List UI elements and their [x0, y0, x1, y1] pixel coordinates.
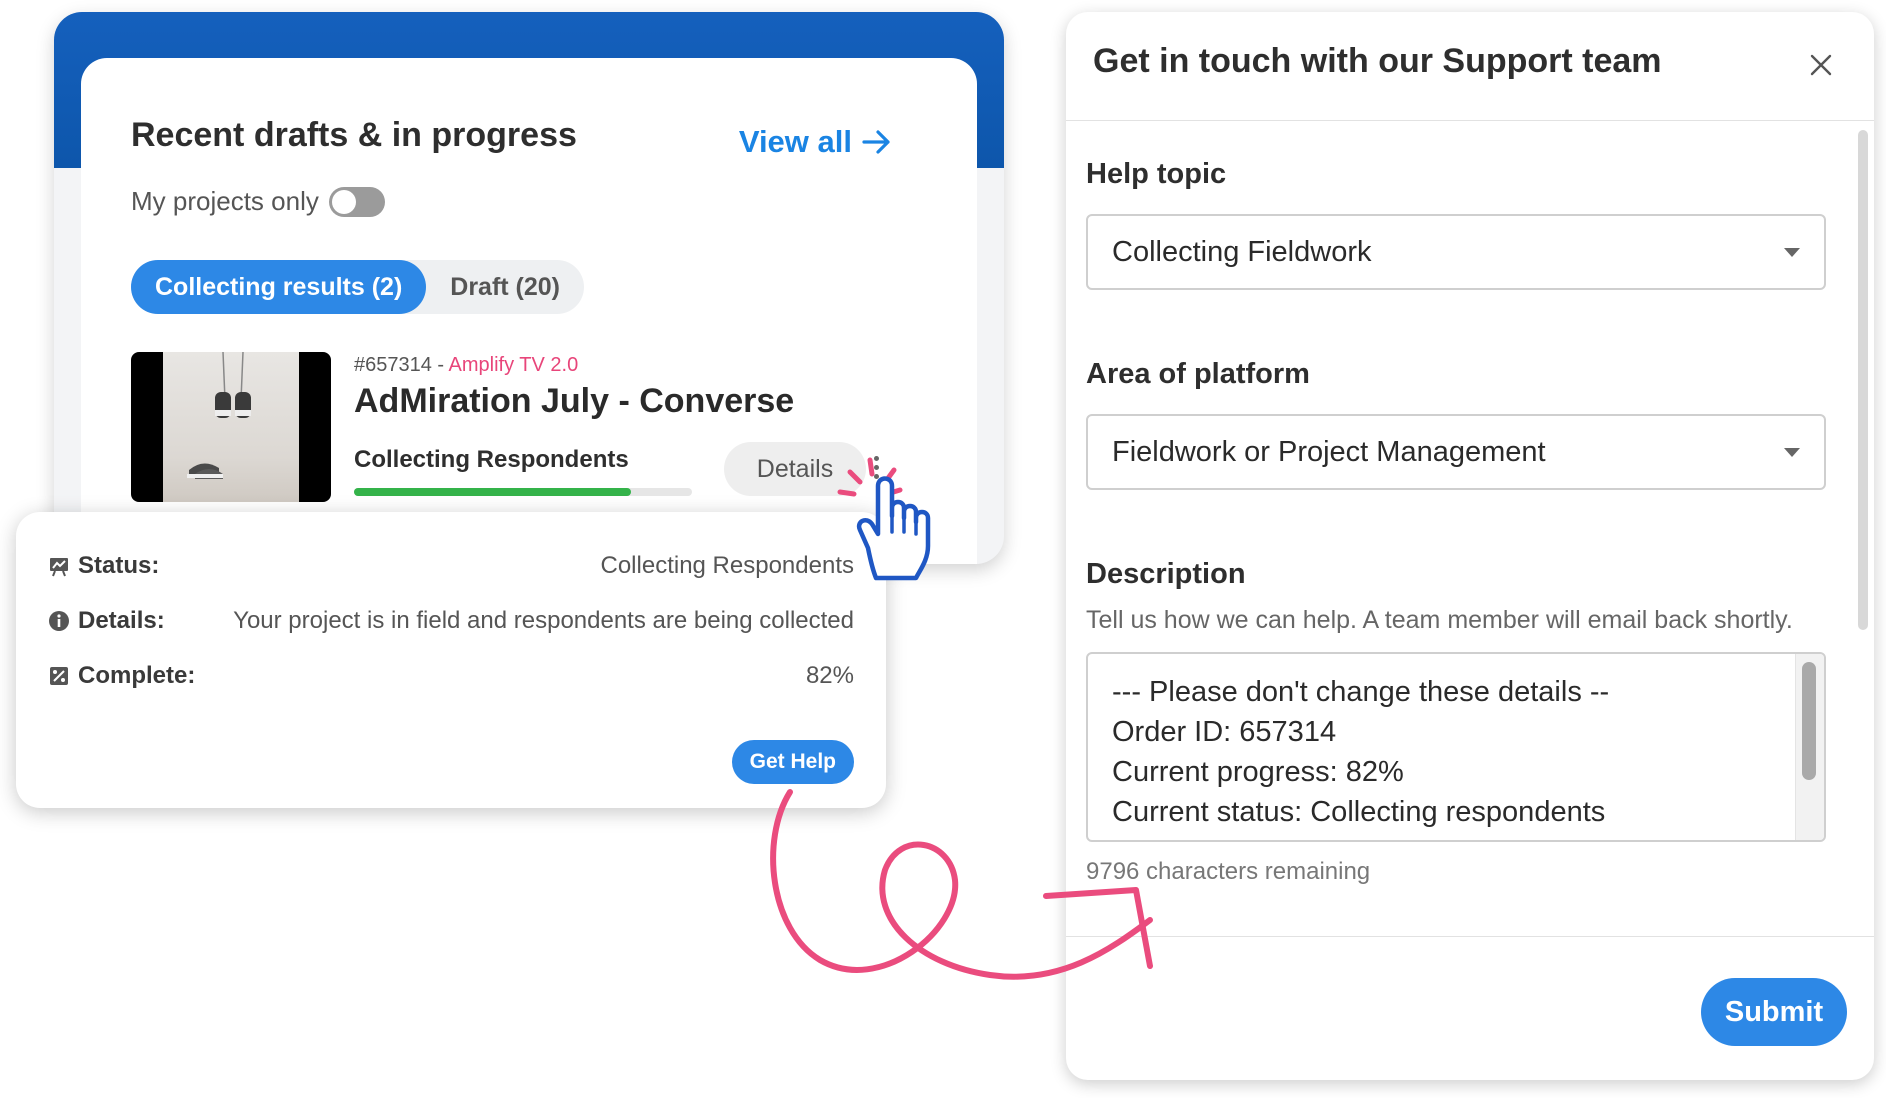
info-icon	[49, 611, 69, 631]
textarea-scroll-track[interactable]	[1795, 654, 1824, 840]
footer-divider	[1066, 936, 1874, 937]
description-label: Description	[1086, 558, 1246, 590]
submit-button[interactable]: Submit	[1701, 978, 1847, 1046]
view-all-link[interactable]: View all	[739, 124, 892, 160]
project-tabs: Collecting results (2) Draft (20)	[131, 260, 585, 314]
description-line: Current progress: 82%	[1112, 756, 1404, 788]
chart-board-icon	[50, 558, 68, 577]
modal-header: Get in touch with our Support team	[1066, 12, 1874, 121]
chevron-down-icon	[1784, 247, 1800, 257]
progress-fill	[354, 488, 632, 496]
project-progress-bar	[354, 488, 692, 496]
tab-collecting-results[interactable]: Collecting results (2)	[131, 260, 427, 314]
area-label: Area of platform	[1086, 358, 1310, 390]
help-topic-label: Help topic	[1086, 158, 1227, 190]
get-help-button[interactable]: Get Help	[731, 740, 854, 784]
area-select[interactable]: Fieldwork or Project Management	[1086, 414, 1826, 490]
modal-scrollbar[interactable]	[1858, 130, 1868, 630]
meta-separator: -	[431, 354, 449, 376]
close-icon[interactable]	[1808, 52, 1834, 78]
chevron-down-icon	[1784, 447, 1800, 457]
percent-icon	[50, 667, 68, 685]
details-button[interactable]: Details	[724, 442, 866, 496]
project-details-popover: Status: Collecting Respondents Details: …	[16, 512, 886, 808]
view-all-label: View all	[738, 124, 852, 159]
project-id: #657314	[354, 354, 432, 376]
my-projects-toggle-row: My projects only	[131, 186, 385, 217]
project-title[interactable]: AdMiration July - Converse	[354, 382, 794, 421]
details-label: Details:	[78, 607, 165, 634]
status-row: Status: Collecting Respondents	[48, 552, 854, 580]
characters-remaining: 9796 characters remaining	[1086, 858, 1371, 885]
tab-draft[interactable]: Draft (20)	[426, 260, 584, 314]
textarea-scrollbar[interactable]	[1802, 662, 1816, 780]
description-line: Order ID: 657314	[1112, 716, 1337, 748]
toggle-label: My projects only	[131, 186, 319, 216]
complete-row: Complete: 82%	[48, 662, 854, 690]
sneakers-image	[187, 352, 251, 479]
my-projects-toggle[interactable]	[328, 186, 385, 217]
section-title: Recent drafts & in progress	[131, 116, 577, 154]
details-row: Details: Your project is in field and re…	[48, 607, 854, 635]
help-topic-value: Collecting Fieldwork	[1112, 235, 1372, 268]
more-options-icon[interactable]	[874, 456, 879, 479]
description-hint: Tell us how we can help. A team member w…	[1086, 606, 1793, 634]
project-status: Collecting Respondents	[354, 446, 629, 473]
arrow-right-icon	[862, 130, 890, 154]
description-textarea[interactable]: --- Please don't change these details --…	[1086, 652, 1826, 842]
project-thumbnail[interactable]	[131, 352, 331, 502]
support-modal: Get in touch with our Support team Help …	[1066, 12, 1874, 1080]
toggle-knob	[331, 189, 356, 214]
recent-projects-card: Recent drafts & in progress View all My …	[54, 12, 1004, 564]
description-line: Current status: Collecting respondents	[1112, 796, 1606, 828]
details-value: Your project is in field and respondents…	[233, 607, 854, 634]
project-meta: #657314 - Amplify TV 2.0	[354, 354, 578, 377]
modal-title: Get in touch with our Support team	[1093, 42, 1662, 80]
complete-value: 82%	[805, 662, 854, 689]
area-value: Fieldwork or Project Management	[1112, 435, 1546, 468]
status-label: Status:	[78, 552, 160, 579]
status-value: Collecting Respondents	[600, 552, 855, 579]
description-line: --- Please don't change these details --	[1112, 676, 1610, 708]
complete-label: Complete:	[78, 662, 196, 689]
help-topic-select[interactable]: Collecting Fieldwork	[1086, 214, 1826, 290]
recent-projects-panel: Recent drafts & in progress View all My …	[81, 58, 977, 564]
project-brand: Amplify TV 2.0	[448, 354, 579, 376]
